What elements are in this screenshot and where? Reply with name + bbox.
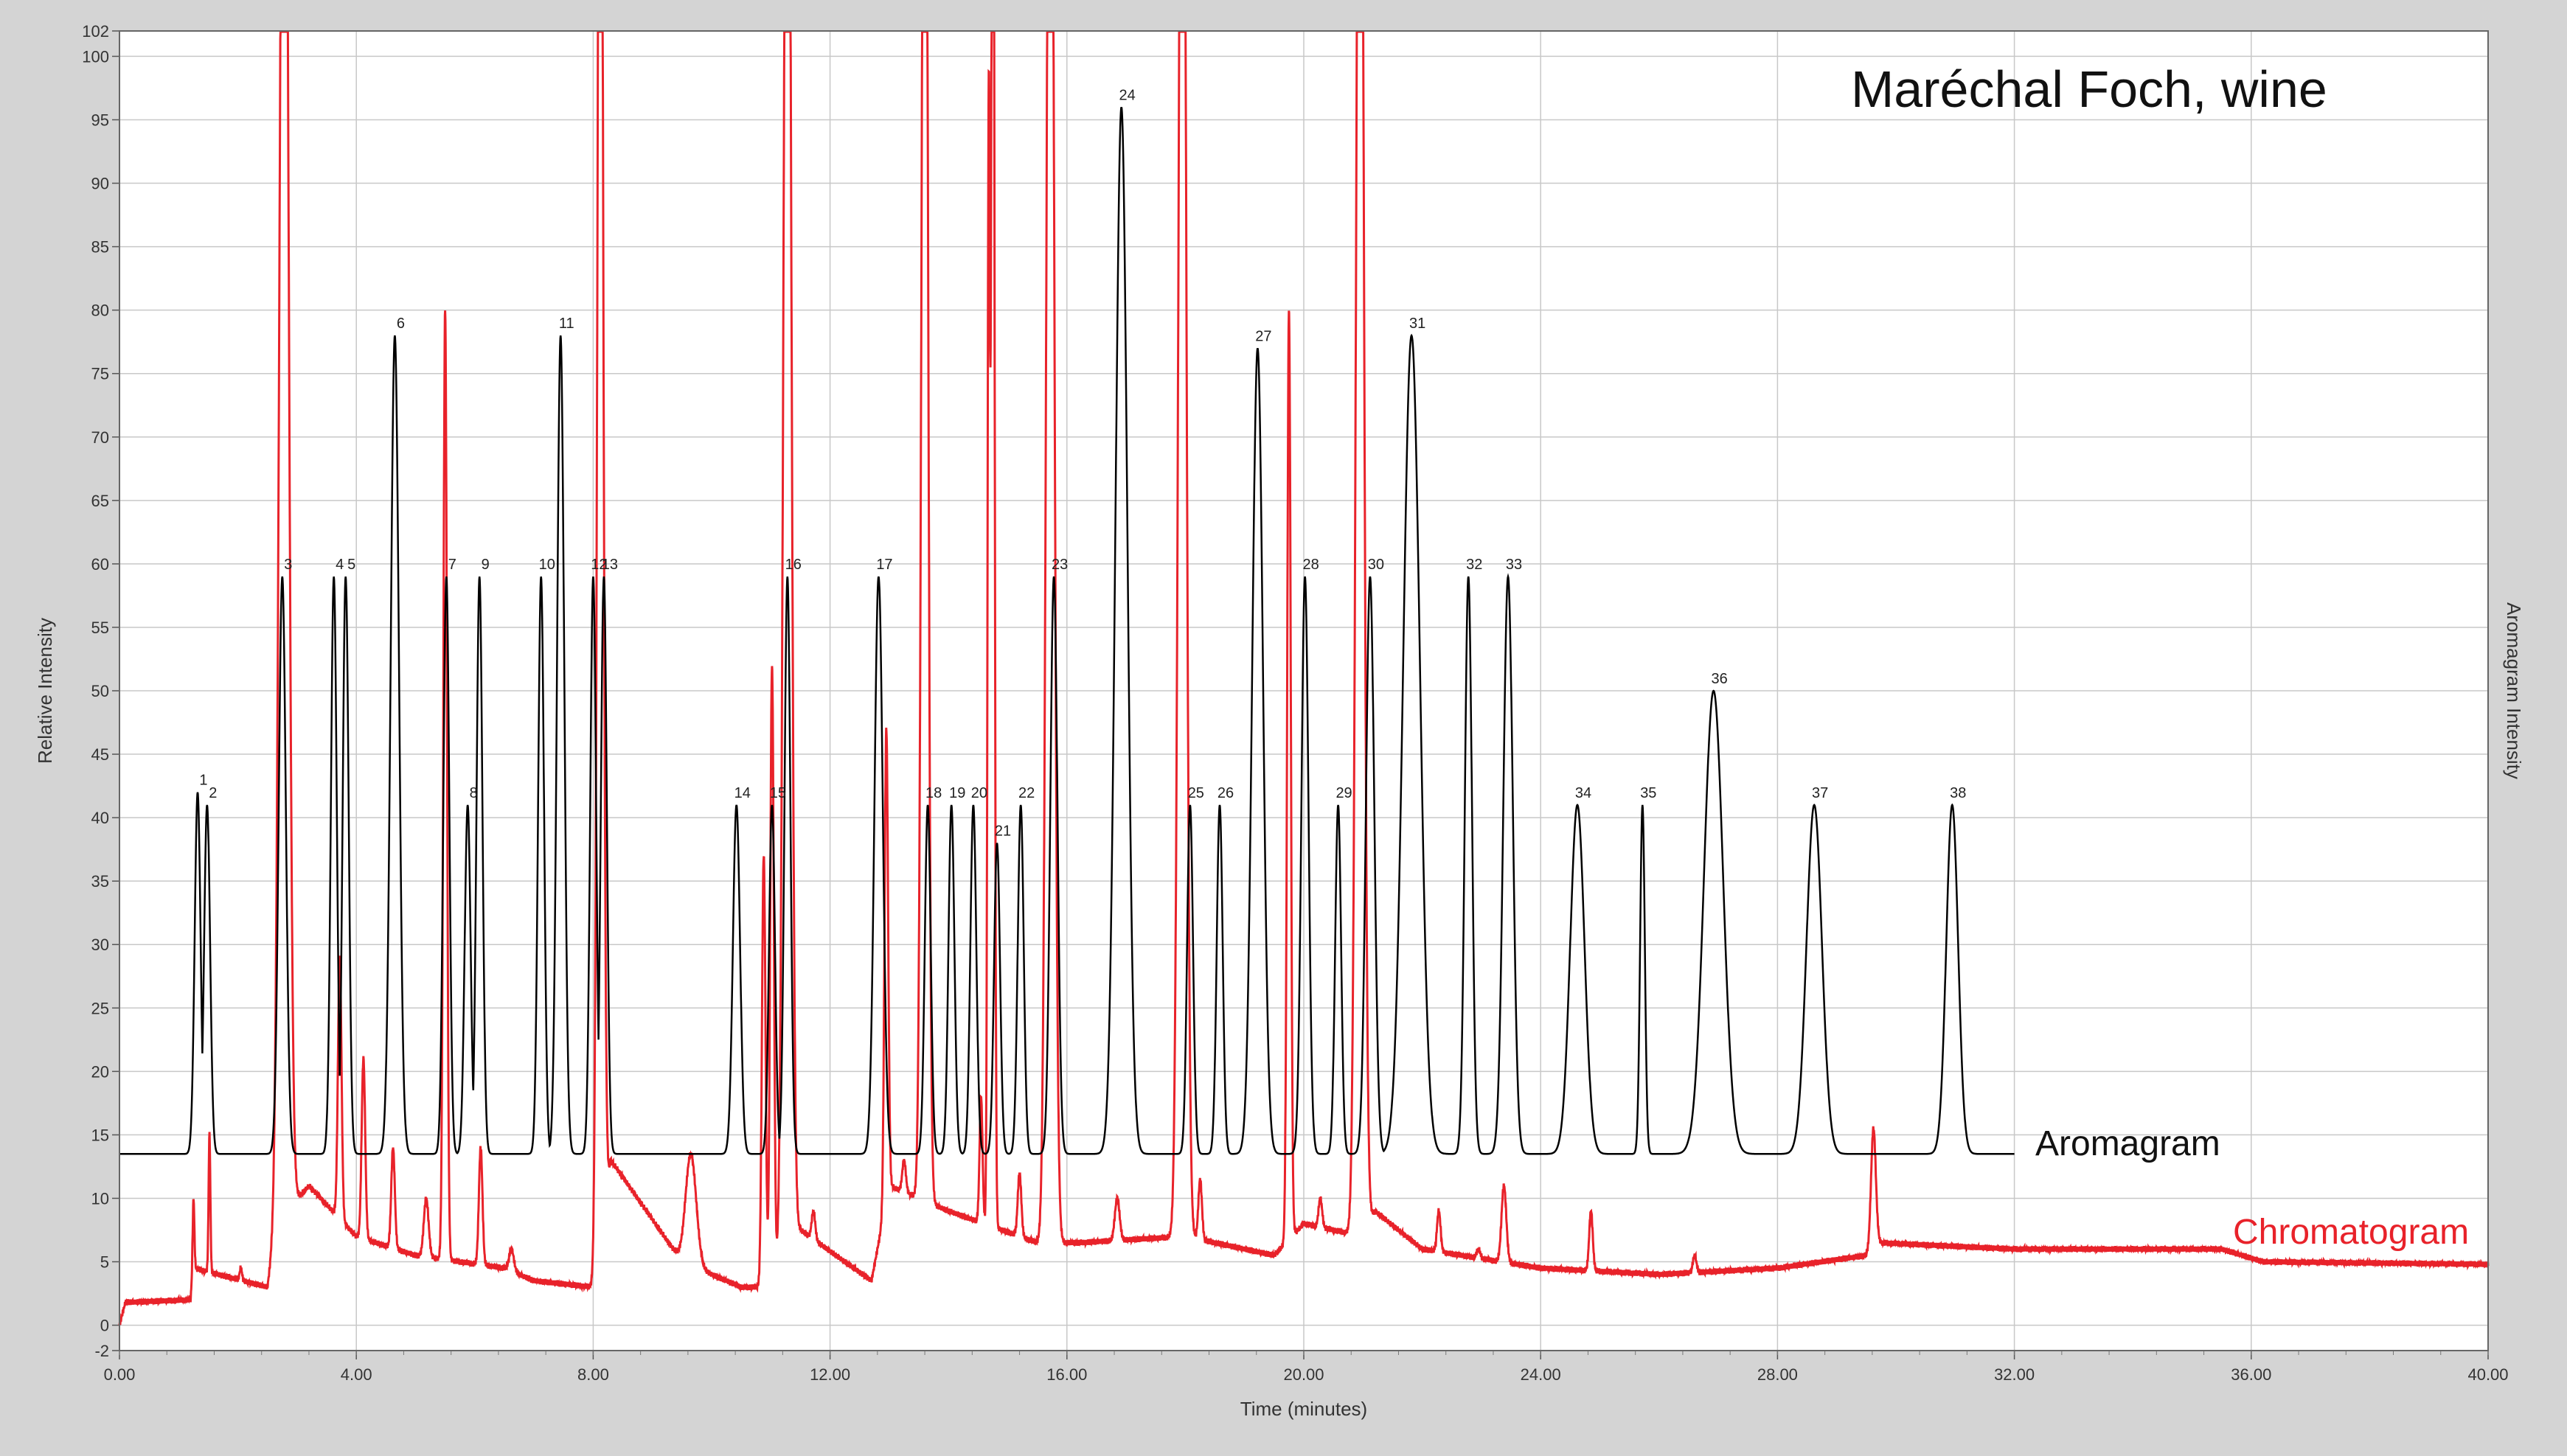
y-tick-label: 30	[91, 936, 109, 954]
x-tick-label: 16.00	[1046, 1365, 1087, 1384]
peak-label: 19	[949, 785, 965, 801]
peak-label: 36	[1712, 671, 1728, 687]
y-tick-label: 20	[91, 1062, 109, 1081]
y-tick-label: 5	[100, 1253, 109, 1272]
x-tick-label: 36.00	[2231, 1365, 2271, 1384]
y-tick-label: 102	[82, 22, 109, 41]
y-tick-label: 70	[91, 428, 109, 447]
peak-label: 13	[602, 557, 618, 573]
y-tick-label: 45	[91, 745, 109, 764]
y-tick-label: -2	[94, 1342, 109, 1360]
peak-label: 5	[347, 557, 355, 573]
peak-label: 24	[1119, 87, 1136, 103]
y-tick-label: 0	[100, 1317, 109, 1335]
peak-label: 27	[1255, 328, 1271, 344]
x-tick-label: 32.00	[1994, 1365, 2035, 1384]
y-tick-label: 100	[82, 47, 109, 66]
peak-label: 17	[876, 557, 892, 573]
chart-frame: -2 0 5 10 15 20 25 30 35 40 45 50 55 60 65 70 75 80 85 90 95…	[0, 0, 2567, 1456]
peak-label: 7	[448, 557, 456, 573]
peak-label: 2	[209, 785, 217, 801]
peak-label: 22	[1018, 785, 1035, 801]
peak-label: 21	[995, 823, 1011, 840]
y-tick-label: 75	[91, 365, 109, 383]
y-tick-label: 85	[91, 238, 109, 257]
y-tick-label: 55	[91, 619, 109, 637]
y-tick-label: 80	[91, 302, 109, 320]
peak-label: 14	[734, 785, 751, 801]
peak-label: 29	[1335, 785, 1352, 801]
peak-label: 38	[1950, 785, 1966, 801]
x-tick-label: 8.00	[577, 1365, 609, 1384]
peak-label: 32	[1466, 557, 1482, 573]
y2-axis-title: Aromagram Intensity	[2503, 602, 2525, 779]
peak-label: 1	[199, 773, 207, 789]
peak-label: 15	[770, 785, 786, 801]
y-tick-label: 65	[91, 492, 109, 510]
x-axis-title: Time (minutes)	[1240, 1398, 1367, 1420]
peak-label: 37	[1812, 785, 1828, 801]
y-axis-title: Relative Intensity	[34, 618, 56, 764]
peak-label: 25	[1188, 785, 1204, 801]
x-tick-label: 12.00	[810, 1365, 850, 1384]
peak-label: 11	[559, 316, 574, 332]
peak-label: 33	[1506, 557, 1522, 573]
peak-label: 34	[1575, 785, 1591, 801]
chromatogram-series-label: Chromatogram	[2233, 1213, 2469, 1252]
peak-label: 8	[470, 785, 478, 801]
x-tick-label: 28.00	[1757, 1365, 1798, 1384]
peak-label: 10	[539, 557, 555, 573]
peak-label: 23	[1052, 557, 1068, 573]
x-tick-label: 40.00	[2467, 1365, 2508, 1384]
peak-label: 31	[1409, 316, 1425, 332]
x-tick-label: 0.00	[104, 1365, 136, 1384]
chart-svg: -205101520253035404550556065707580859095…	[0, 0, 2567, 1456]
chart-title: Maréchal Foch, wine	[1851, 60, 2327, 118]
peak-label: 30	[1368, 557, 1384, 573]
y-tick-label: 95	[91, 111, 109, 129]
peak-label: 16	[785, 557, 802, 573]
y-tick-label: 40	[91, 809, 109, 827]
y-tick-label: 15	[91, 1126, 109, 1144]
y-tick-label: 10	[91, 1189, 109, 1208]
y-tick-label: 25	[91, 999, 109, 1017]
peak-label: 28	[1302, 557, 1319, 573]
peak-label: 4	[336, 557, 344, 573]
peak-label: 35	[1640, 785, 1656, 801]
y-tick-label: 90	[91, 175, 109, 193]
aromagram-series-label: Aromagram	[2035, 1124, 2220, 1163]
peak-label: 20	[971, 785, 987, 801]
x-tick-label: 24.00	[1521, 1365, 1561, 1384]
y-tick-label: 35	[91, 872, 109, 891]
x-tick-label: 4.00	[341, 1365, 372, 1384]
peak-label: 3	[284, 557, 292, 573]
peak-label: 9	[482, 557, 490, 573]
y-tick-label: 60	[91, 555, 109, 574]
x-tick-label: 20.00	[1283, 1365, 1324, 1384]
peak-label: 6	[397, 316, 405, 332]
y-tick-label: 50	[91, 682, 109, 700]
peak-label: 26	[1217, 785, 1234, 801]
peak-label: 18	[925, 785, 942, 801]
